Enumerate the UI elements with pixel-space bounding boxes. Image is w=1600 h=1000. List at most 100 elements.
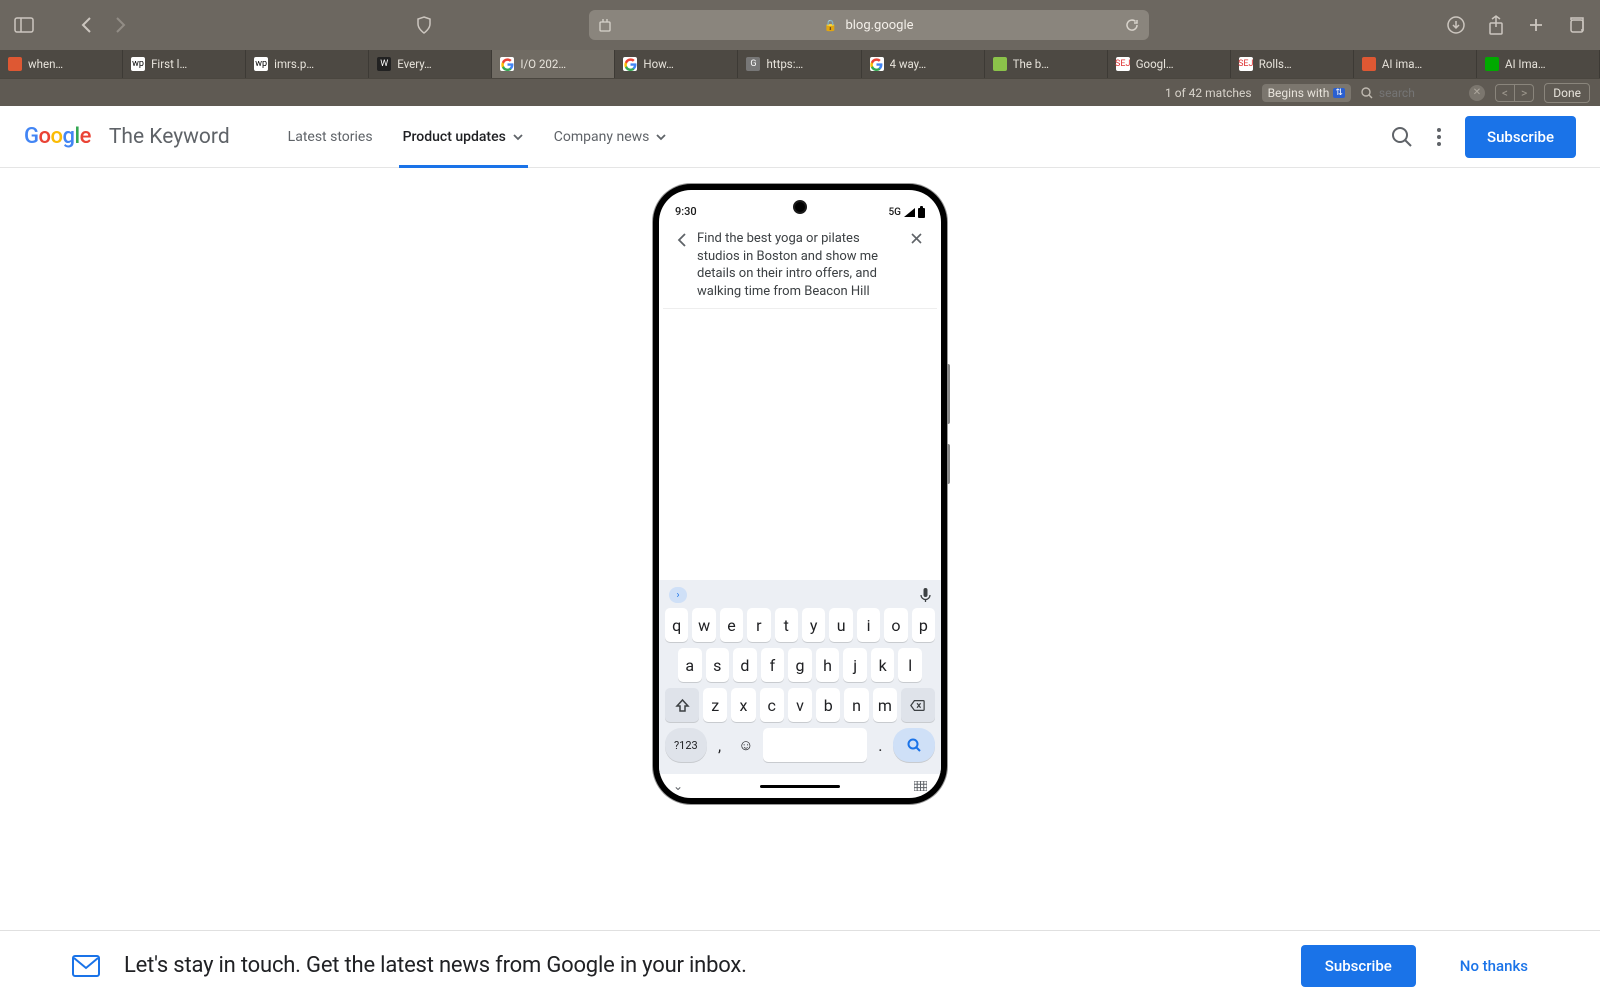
tab-label: https:… (766, 57, 803, 71)
find-input[interactable] (1379, 86, 1459, 100)
browser-tab[interactable]: wpFirst l… (123, 50, 246, 78)
chevron-down-icon (512, 133, 524, 141)
find-nav: < > (1495, 84, 1534, 102)
favicon (870, 57, 884, 71)
gesture-bar: ⌄ (659, 774, 941, 798)
key-h[interactable]: h (816, 648, 840, 682)
period-key[interactable]: . (871, 728, 889, 762)
browser-tab[interactable]: SEJGoogl… (1108, 50, 1231, 78)
key-j[interactable]: j (843, 648, 867, 682)
share-icon[interactable] (1484, 13, 1508, 37)
key-f[interactable]: f (761, 648, 785, 682)
find-mode-selector[interactable]: Begins with ⇅ (1262, 84, 1351, 102)
browser-tab[interactable]: Ghttps:… (738, 50, 861, 78)
key-g[interactable]: g (788, 648, 812, 682)
key-m[interactable]: m (873, 688, 897, 722)
site-title[interactable]: The Keyword (109, 125, 230, 149)
find-done-button[interactable]: Done (1544, 83, 1590, 103)
browser-tab[interactable]: I/O 202… (492, 50, 615, 78)
key-b[interactable]: b (816, 688, 840, 722)
newsletter-message: Let's stay in touch. Get the latest news… (124, 953, 1277, 978)
back-icon[interactable] (677, 230, 687, 248)
browser-tab[interactable]: wpimrs.p… (246, 50, 369, 78)
backspace-key[interactable] (901, 688, 935, 722)
key-q[interactable]: q (665, 608, 688, 642)
tab-label: 4 way… (890, 57, 927, 71)
comma-key[interactable]: , (711, 728, 729, 762)
favicon: SEJ (1116, 57, 1130, 71)
find-prev-icon[interactable]: < (1496, 85, 1515, 101)
clear-icon[interactable]: ✕ (1469, 85, 1485, 101)
key-v[interactable]: v (788, 688, 812, 722)
newsletter-no-thanks-button[interactable]: No thanks (1460, 957, 1528, 975)
find-search-field[interactable] (1361, 86, 1459, 100)
numbers-key[interactable]: ?123 (665, 728, 707, 762)
subscribe-button[interactable]: Subscribe (1465, 116, 1576, 158)
tab-label: imrs.p… (274, 57, 314, 71)
key-e[interactable]: e (720, 608, 743, 642)
key-x[interactable]: x (731, 688, 755, 722)
nav-latest-stories[interactable]: Latest stories (288, 106, 373, 168)
favicon (500, 57, 514, 71)
search-icon (1361, 87, 1373, 99)
key-u[interactable]: u (829, 608, 852, 642)
phone-network: 5G (889, 207, 902, 218)
shift-key[interactable] (665, 688, 699, 722)
tab-strip: when… wpFirst l…wpimrs.p…WEvery…I/O 202… H… (0, 50, 1600, 78)
browser-tab[interactable]: The b… (985, 50, 1108, 78)
key-w[interactable]: w (692, 608, 715, 642)
key-n[interactable]: n (844, 688, 868, 722)
key-d[interactable]: d (733, 648, 757, 682)
key-y[interactable]: y (802, 608, 825, 642)
tabs-icon[interactable] (1564, 13, 1588, 37)
nav-product-updates[interactable]: Product updates (403, 106, 524, 168)
more-icon[interactable] (1437, 128, 1441, 146)
browser-tab[interactable]: AI Ima… (1477, 50, 1600, 78)
key-c[interactable]: c (760, 688, 784, 722)
close-icon[interactable] (910, 230, 923, 245)
browser-tab[interactable]: 4 way… (862, 50, 985, 78)
reload-icon[interactable] (1125, 18, 1139, 32)
key-p[interactable]: p (912, 608, 935, 642)
key-r[interactable]: r (747, 608, 770, 642)
battery-icon (918, 208, 925, 218)
mic-icon[interactable] (920, 588, 931, 603)
back-icon[interactable] (74, 13, 98, 37)
search-icon[interactable] (1391, 126, 1413, 148)
key-o[interactable]: o (884, 608, 907, 642)
url-bar[interactable]: 🔒 blog.google (589, 10, 1149, 40)
key-i[interactable]: i (857, 608, 880, 642)
key-a[interactable]: a (678, 648, 702, 682)
downloads-icon[interactable] (1444, 13, 1468, 37)
key-t[interactable]: t (775, 608, 798, 642)
newsletter-subscribe-button[interactable]: Subscribe (1301, 945, 1416, 987)
sidebar-icon[interactable] (12, 13, 36, 37)
keyboard-grid-icon[interactable] (914, 781, 927, 791)
nav-company-news[interactable]: Company news (554, 106, 668, 168)
browser-tab[interactable]: SEJRolls… (1231, 50, 1354, 78)
find-next-icon[interactable]: > (1515, 85, 1533, 101)
browser-tab[interactable]: WEvery… (369, 50, 492, 78)
new-tab-icon[interactable] (1524, 13, 1548, 37)
emoji-key[interactable]: ☺ (733, 728, 760, 762)
page-content: Google The Keyword Latest stories Produc… (0, 106, 1600, 1000)
keyboard-collapse-icon[interactable]: ⌄ (673, 779, 683, 793)
tab-label: How… (643, 57, 673, 71)
shield-icon[interactable] (412, 13, 436, 37)
key-l[interactable]: l (898, 648, 922, 682)
google-logo[interactable]: Google (24, 124, 91, 149)
phone-keyboard: › qwertyuiop asdfghjkl zxcvbnm (659, 580, 941, 774)
browser-tab[interactable]: when… (0, 50, 123, 78)
home-indicator[interactable] (760, 785, 840, 788)
browser-tab[interactable]: How… (615, 50, 738, 78)
tab-label: when… (28, 57, 63, 71)
key-s[interactable]: s (706, 648, 730, 682)
keyboard-expand-icon[interactable]: › (669, 587, 687, 603)
key-z[interactable]: z (703, 688, 727, 722)
space-key[interactable] (763, 728, 867, 762)
favicon (1362, 57, 1376, 71)
search-enter-key[interactable] (893, 728, 935, 762)
key-k[interactable]: k (871, 648, 895, 682)
browser-tab[interactable]: AI ima… (1354, 50, 1477, 78)
search-query-text[interactable]: Find the best yoga or pilates studios in… (697, 230, 900, 300)
